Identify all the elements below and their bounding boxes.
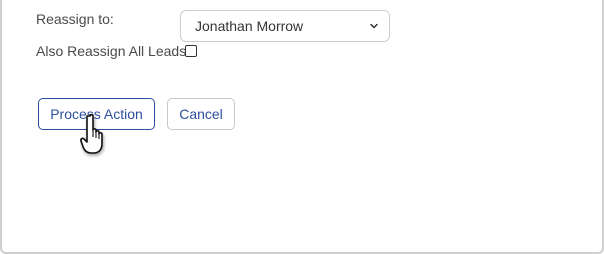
reassign-to-select[interactable]: Jonathan Morrow — [180, 10, 390, 42]
reassign-to-selected-value: Jonathan Morrow — [195, 18, 304, 34]
also-reassign-leads-checkbox[interactable] — [185, 45, 197, 57]
reassign-to-label: Reassign to: — [36, 11, 114, 27]
chevron-down-icon — [370, 23, 378, 29]
hand-pointer-cursor-icon — [80, 113, 103, 154]
dialog-panel: Reassign to: Jonathan Morrow Also Reassi… — [0, 0, 604, 254]
also-reassign-leads-label: Also Reassign All Leads — [36, 43, 187, 59]
cancel-button[interactable]: Cancel — [167, 98, 235, 130]
